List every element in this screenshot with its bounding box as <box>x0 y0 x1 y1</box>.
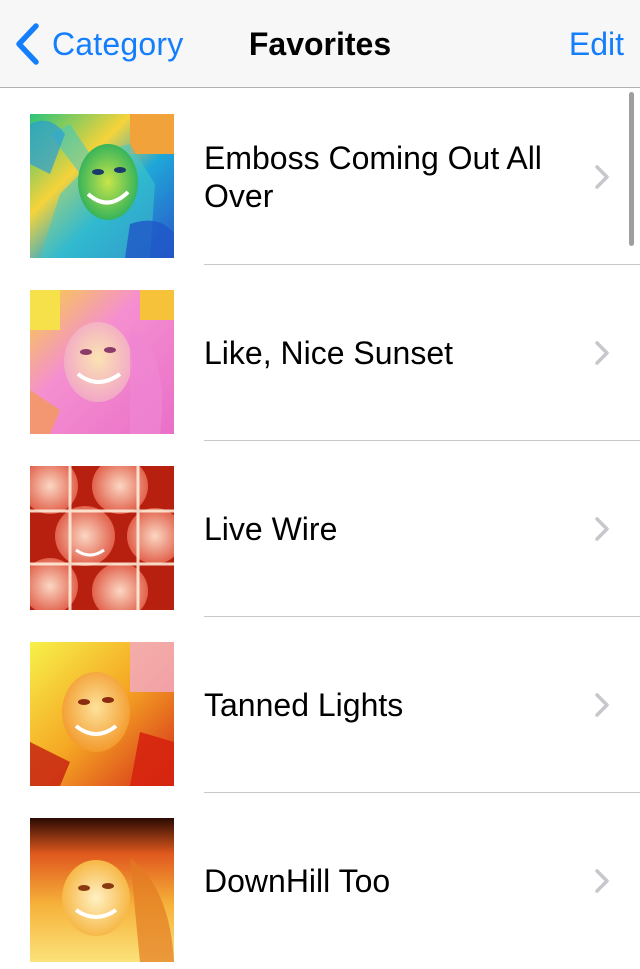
item-label: Emboss Coming Out All Over <box>204 140 542 214</box>
item-label: Tanned Lights <box>204 687 404 723</box>
chevron-right-icon <box>594 441 610 617</box>
list-item[interactable]: Emboss Coming Out All Over <box>0 89 640 265</box>
list-item[interactable]: DownHill Too <box>0 793 640 969</box>
chevron-right-icon <box>594 265 610 441</box>
tanned-lights-effect-photo <box>30 642 174 786</box>
item-label: DownHill Too <box>204 863 391 899</box>
back-button[interactable]: Category <box>14 0 183 88</box>
chevron-left-icon <box>14 23 40 65</box>
chevron-right-icon <box>594 89 610 265</box>
scroll-indicator[interactable] <box>629 92 634 246</box>
emboss-effect-photo <box>30 114 174 258</box>
list-item[interactable]: Live Wire <box>0 441 640 617</box>
downhill-effect-photo <box>30 818 174 962</box>
chevron-right-icon <box>594 617 610 793</box>
item-label: Live Wire <box>204 511 338 547</box>
list-item[interactable]: Like, Nice Sunset <box>0 265 640 441</box>
sunset-effect-photo <box>30 290 174 434</box>
navigation-bar: Category Favorites Edit <box>0 0 640 88</box>
live-wire-effect-photo <box>30 466 174 610</box>
chevron-right-icon <box>594 793 610 969</box>
edit-button[interactable]: Edit <box>569 0 624 88</box>
back-button-label: Category <box>52 25 184 62</box>
item-label: Like, Nice Sunset <box>204 335 454 371</box>
list-item[interactable]: Tanned Lights <box>0 617 640 793</box>
favorites-list: Emboss Coming Out All Over Like, Nice Su… <box>0 89 640 969</box>
